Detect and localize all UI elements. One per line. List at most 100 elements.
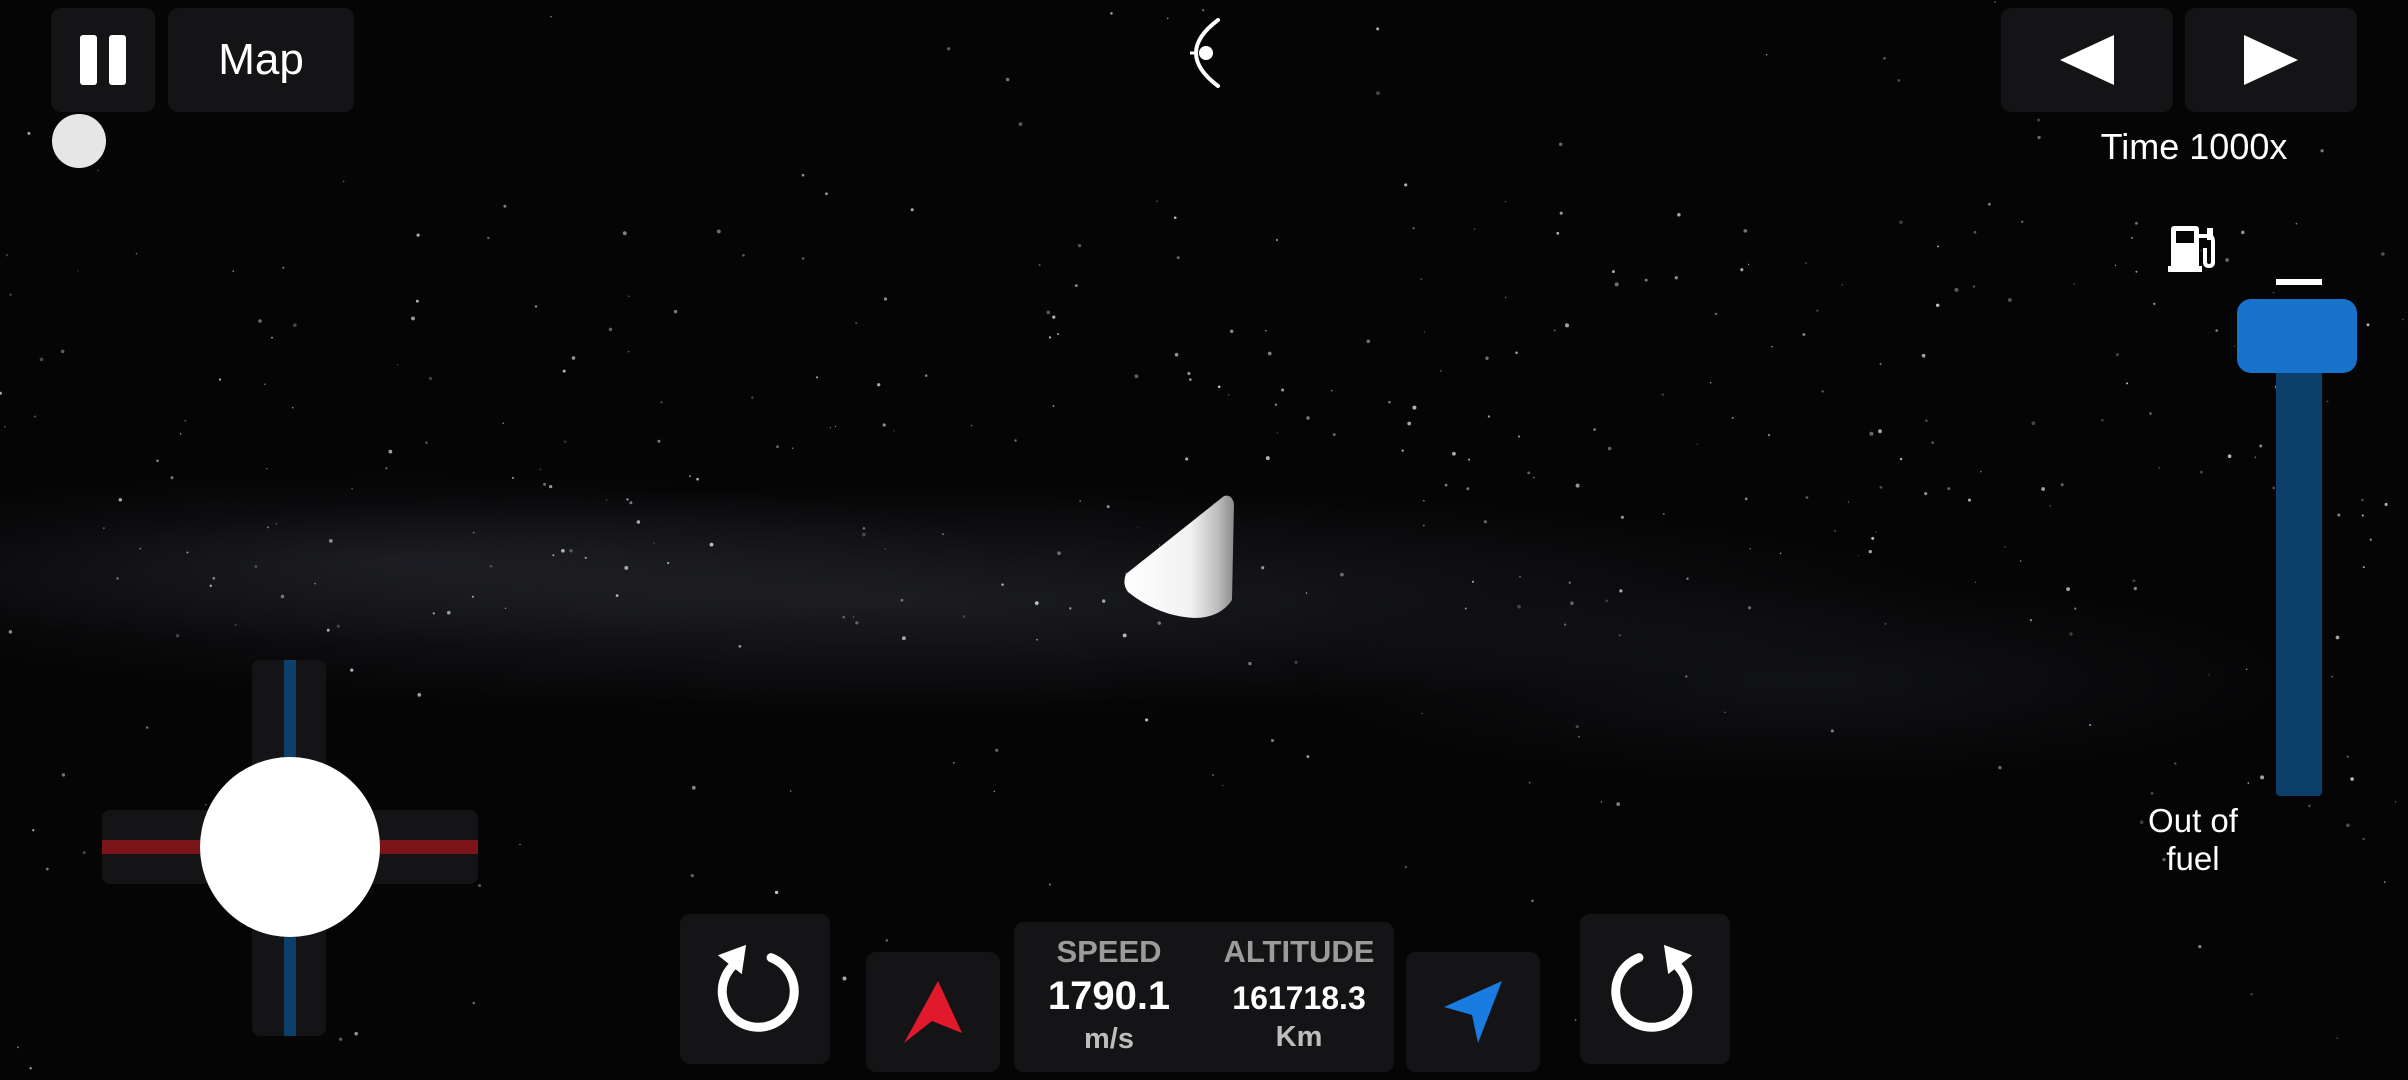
star — [77, 270, 79, 272]
star — [2250, 993, 2253, 996]
star — [2402, 318, 2404, 321]
star — [1176, 256, 1180, 260]
star — [2336, 1037, 2338, 1040]
time-warp-decrease-button[interactable] — [2001, 8, 2173, 112]
star — [411, 316, 415, 321]
star — [291, 406, 294, 409]
star — [993, 790, 995, 793]
star — [2295, 222, 2298, 225]
star — [2331, 676, 2333, 678]
star — [1156, 200, 1158, 202]
rotate-right-icon — [1611, 944, 1693, 1032]
star — [1575, 725, 1579, 729]
star — [1038, 263, 1041, 267]
star — [1265, 456, 1270, 461]
star — [1518, 435, 1520, 438]
star — [1570, 601, 1574, 605]
star — [205, 804, 207, 806]
star — [2308, 804, 2311, 808]
star — [2132, 579, 2136, 583]
throttle-slider-handle[interactable] — [2237, 299, 2357, 373]
throttle-slider-track[interactable] — [2276, 344, 2322, 796]
star — [1714, 312, 1718, 316]
star — [790, 790, 792, 792]
star — [1568, 581, 1571, 584]
star — [1464, 607, 1467, 610]
star — [615, 594, 619, 597]
star — [428, 376, 433, 381]
star — [884, 547, 887, 550]
star — [118, 498, 123, 502]
retrograde-button[interactable] — [866, 952, 1000, 1072]
star — [2007, 298, 2012, 302]
star — [1618, 634, 1621, 637]
star — [1294, 660, 1298, 664]
star — [1069, 607, 1072, 610]
star — [1553, 329, 1556, 332]
star — [1724, 711, 1726, 714]
star — [1575, 483, 1580, 488]
star — [562, 369, 566, 373]
star — [1607, 446, 1612, 451]
joystick-knob[interactable] — [200, 757, 380, 937]
star — [156, 459, 159, 462]
star — [1947, 487, 1951, 491]
retrograde-arrow-icon — [904, 981, 962, 1043]
star — [2346, 755, 2349, 758]
star — [478, 884, 482, 888]
star — [271, 336, 273, 339]
star — [842, 976, 847, 981]
star — [834, 425, 837, 428]
star — [170, 476, 174, 480]
star — [829, 427, 832, 429]
rotate-left-button[interactable] — [680, 914, 830, 1064]
star — [2366, 323, 2370, 327]
star — [218, 378, 222, 381]
star — [29, 1067, 32, 1070]
star — [629, 501, 633, 505]
star — [1001, 583, 1004, 586]
star — [1847, 501, 1850, 503]
star — [2174, 762, 2177, 765]
star — [2215, 329, 2218, 332]
star — [1528, 781, 1531, 784]
time-warp-increase-button[interactable] — [2185, 8, 2357, 112]
pause-button[interactable] — [51, 8, 155, 112]
pause-icon — [80, 35, 126, 85]
star — [139, 547, 142, 550]
star — [102, 527, 105, 530]
rotate-right-button[interactable] — [1580, 914, 1730, 1064]
star — [1276, 432, 1279, 434]
star — [549, 484, 553, 489]
star — [254, 565, 258, 568]
star — [1267, 351, 1272, 356]
star — [1869, 431, 1874, 436]
star — [801, 173, 805, 177]
star — [280, 594, 285, 599]
star — [1767, 433, 1771, 437]
star — [1102, 599, 1106, 603]
star — [1404, 183, 1408, 187]
star — [539, 468, 542, 471]
star — [900, 598, 904, 602]
star — [1841, 284, 1844, 286]
star — [738, 644, 742, 648]
star — [1924, 491, 1928, 496]
star — [2004, 546, 2006, 548]
star — [1048, 883, 1051, 886]
star — [624, 565, 629, 570]
star — [9, 293, 12, 296]
star — [1857, 554, 1860, 557]
star — [1998, 766, 2002, 770]
prograde-button[interactable] — [1406, 952, 1540, 1072]
orbit-view-icon[interactable] — [1178, 16, 1224, 90]
star — [1558, 142, 1563, 147]
star — [1057, 551, 1061, 556]
star — [2254, 456, 2257, 458]
star — [1330, 389, 1333, 392]
star — [184, 419, 187, 422]
star — [561, 548, 565, 553]
star — [1281, 388, 1285, 392]
star — [885, 939, 888, 942]
map-button[interactable]: Map — [168, 8, 354, 112]
